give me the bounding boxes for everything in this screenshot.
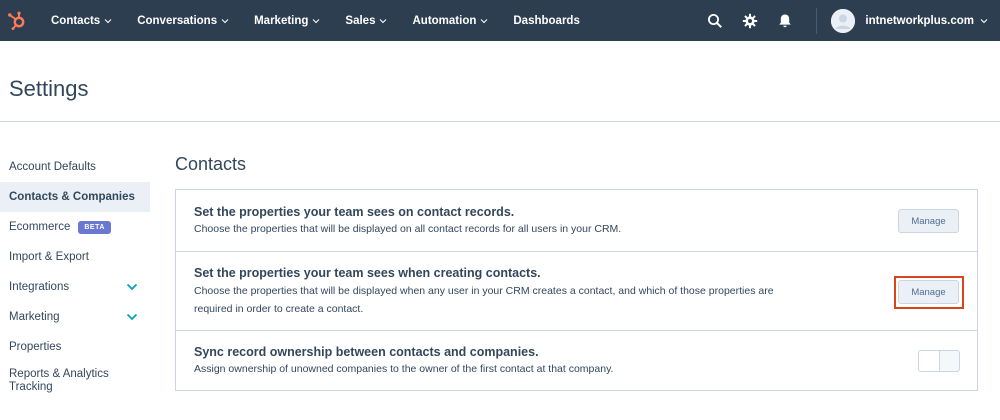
chevron-down-icon [221,18,229,23]
row-title: Set the properties your team sees on con… [194,205,515,219]
nav-item-sales[interactable]: Sales [345,15,387,27]
sidebar-item-label: Marketing [9,311,60,323]
bell-icon[interactable] [777,13,793,29]
sidebar-item-contacts-companies[interactable]: Contacts & Companies [0,182,150,212]
chevron-down-icon[interactable] [126,312,138,322]
chevron-down-icon [380,18,387,23]
page-header: Settings [0,41,1000,122]
nav-menu: Contacts Conversations Marketing Sales A… [40,0,594,41]
beta-badge: BETA [78,220,111,234]
nav-item-marketing[interactable]: Marketing [254,15,320,27]
nav-item-label: Marketing [254,14,309,27]
sidebar-item-label: Reports & Analytics Tracking [9,368,109,393]
settings-row: Sync record ownership between contacts a… [176,331,977,390]
gear-icon[interactable] [742,13,758,29]
settings-row: Set the properties your team sees when c… [176,252,977,331]
row-description: Choose the properties that will be displ… [194,223,622,235]
manage-button[interactable]: Manage [898,280,959,304]
sidebar-item-import-export[interactable]: Import & Export [0,242,150,272]
nav-item-label: Conversations [137,14,218,27]
sidebar-item-label: Integrations [9,281,70,293]
row-description: Assign ownership of unowned companies to… [194,363,614,375]
nav-utilities: intnetworkplus.com [707,0,1000,41]
nav-item-label: Sales [345,14,376,27]
nav-item-label: Automation [412,14,477,27]
sidebar-item-ecommerce[interactable]: Ecommerce BETA [0,212,150,242]
chevron-down-icon [313,18,320,23]
sidebar-item-properties[interactable]: Properties [0,332,150,362]
nav-item-label: Dashboards [513,14,580,27]
chevron-down-icon [480,18,488,23]
account-name[interactable]: intnetworkplus.com [865,15,974,27]
settings-row: Set the properties your team sees on con… [176,190,977,252]
sidebar-item-integrations[interactable]: Integrations [0,272,150,302]
sidebar-item-label: Properties [9,341,62,353]
nav-divider [816,7,818,34]
search-icon[interactable] [707,13,723,29]
hubspot-logo-icon[interactable] [6,10,28,32]
row-title: Set the properties your team sees when c… [194,266,541,280]
row-description: Choose the properties that will be displ… [194,285,774,315]
sidebar-item-reports-analytics[interactable]: Reports & Analytics Tracking [0,362,150,402]
sidebar-item-label: Contacts & Companies [9,191,135,203]
nav-item-contacts[interactable]: Contacts [51,15,112,27]
sidebar-item-label: Ecommerce [9,221,71,233]
chevron-down-icon[interactable] [126,282,138,292]
page-title: Settings [9,76,89,101]
contacts-settings-card: Set the properties your team sees on con… [175,189,978,391]
sidebar-item-label: Account Defaults [9,161,96,173]
ownership-sync-toggle[interactable] [918,350,960,372]
section-title: Contacts [175,154,247,174]
sidebar-item-marketing[interactable]: Marketing [0,302,150,332]
nav-item-label: Contacts [51,14,101,27]
top-navigation: Contacts Conversations Marketing Sales A… [0,0,1000,41]
chevron-down-icon [104,18,112,23]
sidebar-item-label: Import & Export [9,251,89,263]
nav-item-dashboards[interactable]: Dashboards [513,15,579,27]
manage-button[interactable]: Manage [898,209,959,233]
settings-sidebar: Account Defaults Contacts & Companies Ec… [0,152,150,402]
toggle-knob [919,351,940,371]
nav-item-conversations[interactable]: Conversations [137,15,229,27]
sidebar-item-account-defaults[interactable]: Account Defaults [0,152,150,182]
avatar-icon[interactable] [831,8,856,33]
chevron-down-icon[interactable] [980,17,988,25]
row-title: Sync record ownership between contacts a… [194,345,539,359]
nav-item-automation[interactable]: Automation [412,15,488,27]
